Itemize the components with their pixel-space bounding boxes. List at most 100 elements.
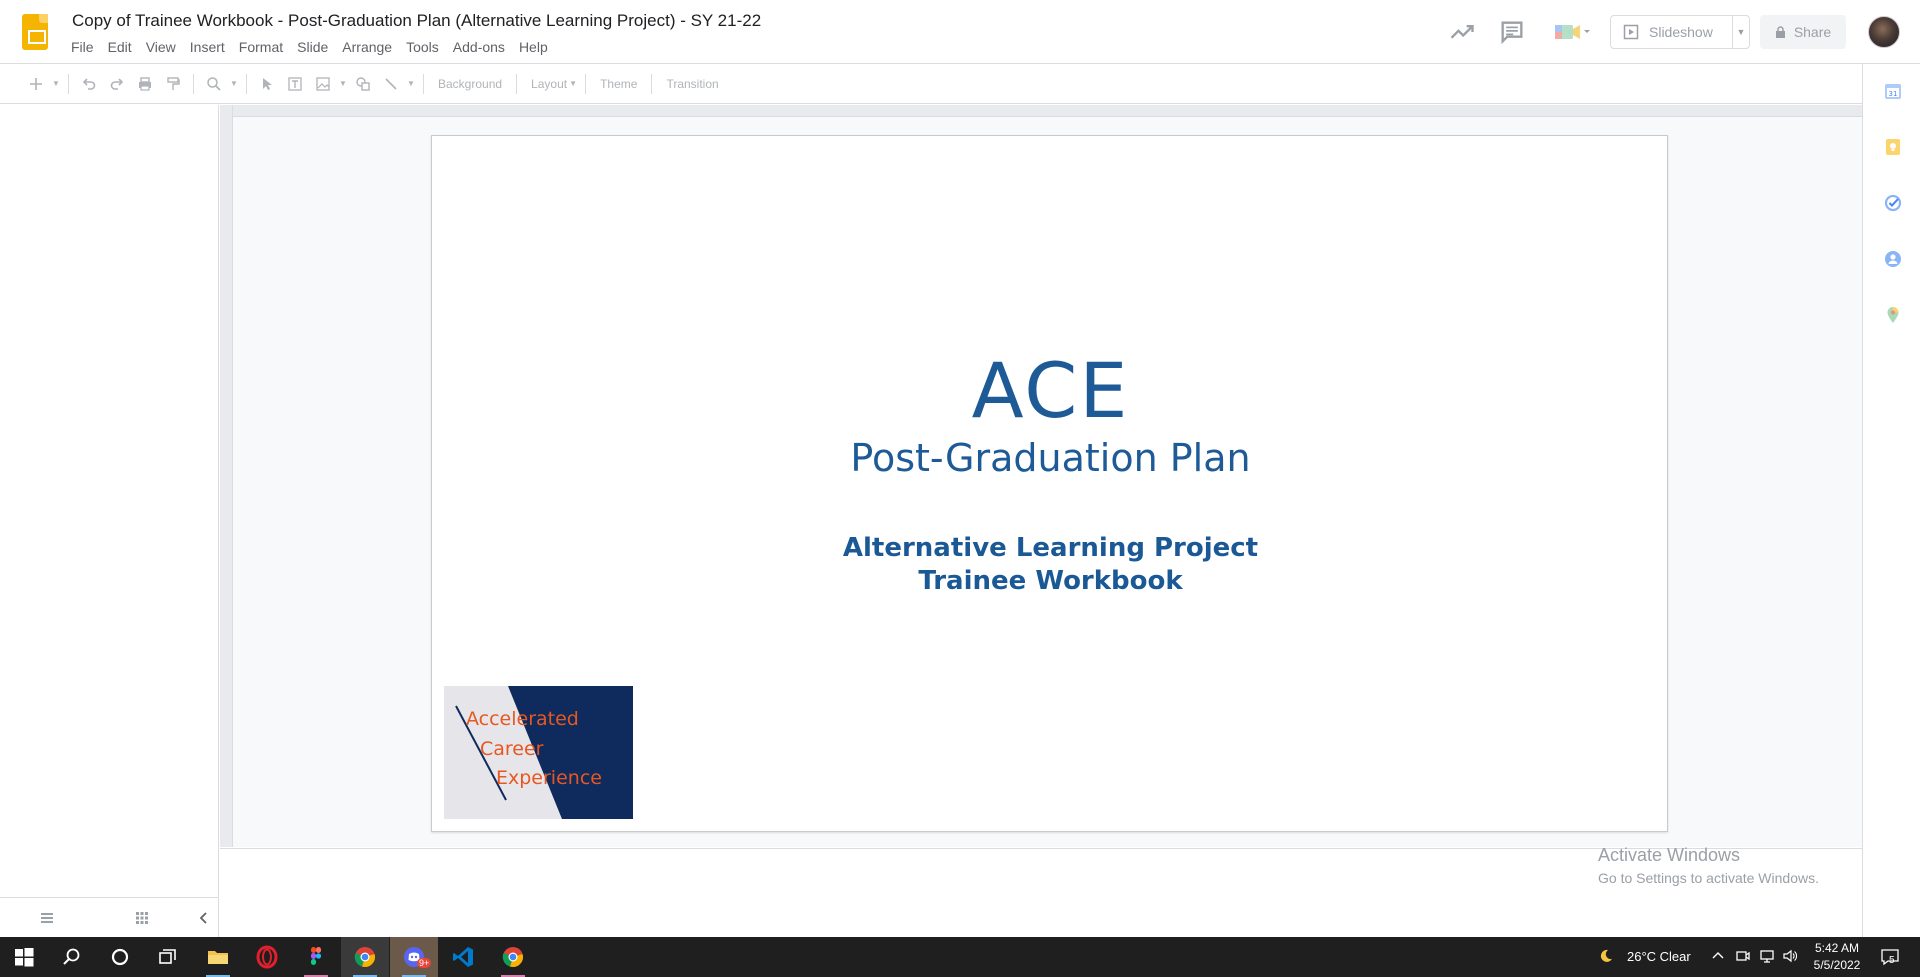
tasks-icon[interactable] — [1884, 194, 1902, 212]
chrome-profile-icon[interactable] — [489, 937, 537, 977]
discord-badge: 9+ — [417, 958, 432, 968]
toolbar-divider — [423, 73, 424, 94]
select-cursor-icon[interactable] — [253, 70, 281, 98]
keep-icon[interactable] — [1884, 138, 1902, 156]
theme-button[interactable]: Theme — [592, 77, 645, 91]
contacts-icon[interactable] — [1884, 250, 1902, 268]
paint-format-icon[interactable] — [159, 70, 187, 98]
background-button[interactable]: Background — [430, 77, 510, 91]
insert-image-icon[interactable] — [309, 70, 337, 98]
toolbar-divider — [585, 73, 587, 94]
zoom-icon[interactable] — [200, 70, 228, 98]
redo-icon[interactable] — [103, 70, 131, 98]
logo-word-experience: Experience — [496, 767, 602, 789]
print-icon[interactable] — [131, 70, 159, 98]
toolbar-divider — [68, 73, 69, 94]
notifications-icon[interactable]: 5 — [1880, 947, 1900, 967]
share-button[interactable]: Share — [1760, 15, 1846, 49]
clock-date[interactable]: 5/5/2022 — [1812, 958, 1862, 972]
task-view-icon[interactable] — [144, 937, 192, 977]
slideshow-dropdown-icon[interactable]: ▼ — [1733, 27, 1749, 37]
ace-logo-image[interactable]: Accelerated Career Experience — [444, 686, 633, 819]
slideshow-label: Slideshow — [1649, 24, 1713, 40]
menu-slide[interactable]: Slide — [290, 38, 335, 56]
meet-icon[interactable] — [1553, 18, 1593, 46]
image-dropdown-icon[interactable]: ▼ — [337, 79, 349, 88]
line-icon[interactable] — [377, 70, 405, 98]
filmstrip-footer — [0, 897, 219, 937]
windows-logo-icon — [15, 948, 34, 967]
menu-help[interactable]: Help — [512, 38, 555, 56]
toolbar-divider — [651, 73, 653, 94]
undo-icon[interactable] — [75, 70, 103, 98]
meet-now-icon[interactable] — [1735, 948, 1751, 964]
account-avatar[interactable] — [1868, 16, 1900, 48]
filmstrip-panel — [0, 105, 219, 937]
cortana-icon[interactable] — [96, 937, 144, 977]
slideshow-button[interactable]: Slideshow ▼ — [1610, 15, 1750, 49]
calendar-icon[interactable]: 31 — [1884, 82, 1902, 100]
logo-word-accelerated: Accelerated — [466, 708, 579, 730]
menu-arrange[interactable]: Arrange — [335, 38, 399, 56]
side-panel: 31 — [1862, 64, 1920, 937]
new-slide-icon[interactable] — [22, 70, 50, 98]
svg-text:31: 31 — [1889, 90, 1898, 98]
network-icon[interactable] — [1759, 948, 1775, 964]
new-slide-dropdown-icon[interactable]: ▼ — [50, 79, 62, 88]
menu-bar: File Edit View Insert Format Slide Arran… — [64, 38, 555, 56]
shape-icon[interactable] — [349, 70, 377, 98]
vscode-icon[interactable] — [439, 937, 487, 977]
lock-icon — [1775, 25, 1785, 38]
menu-tools[interactable]: Tools — [399, 38, 446, 56]
slide-workbook-line[interactable]: Trainee Workbook — [432, 566, 1669, 596]
list-view-icon[interactable] — [38, 909, 56, 927]
grid-view-icon[interactable] — [133, 909, 151, 927]
maps-icon[interactable] — [1884, 306, 1902, 324]
slide-editor: ACE Post-Graduation Plan Alternative Lea… — [220, 105, 1862, 858]
activate-windows-subtitle: Go to Settings to activate Windows. — [1598, 870, 1819, 886]
transition-button[interactable]: Transition — [658, 77, 726, 91]
share-label: Share — [1793, 24, 1832, 40]
horizontal-ruler — [220, 105, 1862, 117]
toolbar-divider — [193, 73, 194, 94]
collapse-panel-icon[interactable] — [195, 909, 213, 927]
figma-icon[interactable] — [292, 937, 340, 977]
chrome-icon[interactable] — [341, 937, 389, 977]
menu-file[interactable]: File — [64, 38, 101, 56]
toolbar: ▼ ▼ ▼ ▼ Background Layout ▼ Theme Transi… — [0, 64, 1862, 104]
activity-dashboard-icon[interactable] — [1448, 18, 1476, 46]
text-box-icon[interactable] — [281, 70, 309, 98]
menu-view[interactable]: View — [139, 38, 183, 56]
line-dropdown-icon[interactable]: ▼ — [405, 79, 417, 88]
slide-project-line[interactable]: Alternative Learning Project — [432, 533, 1669, 563]
slides-logo-icon[interactable] — [22, 14, 48, 50]
discord-icon[interactable]: 9+ — [390, 937, 438, 977]
comments-icon[interactable] — [1498, 18, 1526, 46]
menu-insert[interactable]: Insert — [183, 38, 232, 56]
vertical-ruler — [220, 105, 233, 847]
tray-expand-icon[interactable] — [1710, 948, 1726, 964]
search-icon[interactable] — [48, 937, 96, 977]
layout-dropdown-icon[interactable]: ▼ — [567, 79, 579, 88]
start-button[interactable] — [0, 937, 48, 977]
menu-add-ons[interactable]: Add-ons — [446, 38, 512, 56]
slide-canvas[interactable]: ACE Post-Graduation Plan Alternative Lea… — [431, 135, 1668, 832]
menu-format[interactable]: Format — [232, 38, 290, 56]
zoom-dropdown-icon[interactable]: ▼ — [228, 79, 240, 88]
file-explorer-icon[interactable] — [194, 937, 242, 977]
app-header: Copy of Trainee Workbook - Post-Graduati… — [0, 0, 1920, 64]
present-button[interactable]: Slideshow — [1611, 16, 1733, 48]
opera-icon[interactable] — [243, 937, 291, 977]
windows-taskbar: 9+ 26°C Clear 5:42 AM 5/5/2022 5 — [0, 937, 1920, 977]
toolbar-divider — [516, 73, 518, 94]
present-icon — [1623, 24, 1639, 40]
menu-edit[interactable]: Edit — [101, 38, 139, 56]
clock-time[interactable]: 5:42 AM — [1812, 941, 1862, 955]
slide-title[interactable]: ACE — [432, 346, 1669, 435]
slide-subtitle[interactable]: Post-Graduation Plan — [432, 436, 1669, 480]
document-title[interactable]: Copy of Trainee Workbook - Post-Graduati… — [72, 11, 761, 31]
notification-count: 5 — [1889, 955, 1895, 966]
weather-moon-icon[interactable] — [1598, 948, 1614, 964]
volume-icon[interactable] — [1782, 948, 1798, 964]
weather-text[interactable]: 26°C Clear — [1627, 949, 1691, 964]
